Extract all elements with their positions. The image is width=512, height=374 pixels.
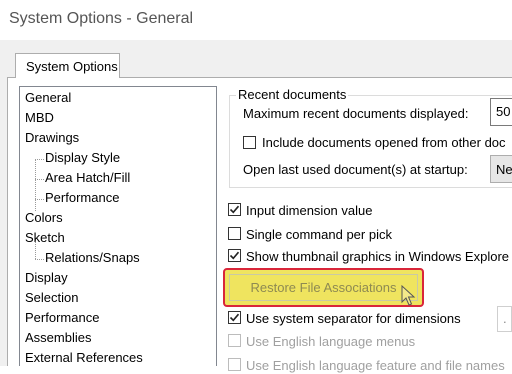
tree-item-drawings[interactable]: Drawings <box>25 128 79 148</box>
recent-documents-legend: Recent documents <box>236 87 349 103</box>
window-title: System Options - General <box>9 10 194 27</box>
options-tree[interactable]: General MBD Drawings Display Style Area … <box>19 86 217 366</box>
separator-input[interactable]: . <box>497 306 512 332</box>
tree-connector <box>35 199 44 200</box>
single-command-label: Single command per pick <box>246 227 392 242</box>
max-recent-input[interactable]: 50 <box>490 98 512 126</box>
tree-item-colors[interactable]: Colors <box>25 208 63 228</box>
max-recent-value: 50 <box>496 104 511 119</box>
checkmark-icon <box>229 313 240 322</box>
tree-item-sketch[interactable]: Sketch <box>25 228 65 248</box>
tree-item-drawings-performance[interactable]: Performance <box>45 188 119 208</box>
open-last-dropdown[interactable]: Ne <box>490 155 512 183</box>
tree-connector <box>35 259 44 260</box>
english-menus-label: Use English language menus <box>246 334 416 349</box>
tree-connector <box>35 179 44 180</box>
english-feature-names-checkbox[interactable] <box>228 358 241 371</box>
max-recent-label: Maximum recent documents displayed: <box>243 106 469 121</box>
include-other-docs-label: Include documents opened from other doc <box>262 135 506 150</box>
open-last-value: Ne <box>496 162 512 177</box>
single-command-checkbox[interactable] <box>228 227 241 240</box>
show-thumbnail-checkbox[interactable] <box>228 249 241 262</box>
tree-item-selection[interactable]: Selection <box>25 288 78 308</box>
tab-system-options[interactable]: System Options <box>15 53 120 78</box>
tab-label: System Options <box>26 59 118 74</box>
tree-item-display[interactable]: Display <box>25 268 68 288</box>
tree-item-mbd[interactable]: MBD <box>25 108 54 128</box>
english-menus-checkbox[interactable] <box>228 334 241 347</box>
tree-connector <box>35 159 36 211</box>
checkmark-icon <box>229 205 240 214</box>
checkmark-icon <box>229 251 240 260</box>
restore-file-associations-label: Restore File Associations <box>250 280 397 295</box>
title-bar: System Options - General <box>0 0 512 40</box>
tree-item-general[interactable]: General <box>25 88 71 108</box>
restore-file-associations-button[interactable]: Restore File Associations <box>223 268 424 307</box>
input-dimension-checkbox[interactable] <box>228 203 241 216</box>
show-thumbnail-label: Show thumbnail graphics in Windows Explo… <box>246 249 510 264</box>
english-feature-names-label: Use English language feature and file na… <box>246 358 505 373</box>
input-dimension-label: Input dimension value <box>246 203 373 218</box>
system-separator-checkbox[interactable] <box>228 311 241 324</box>
system-separator-label: Use system separator for dimensions <box>246 311 461 326</box>
tree-item-relations-snaps[interactable]: Relations/Snaps <box>45 248 140 268</box>
tree-connector <box>35 159 44 160</box>
tree-item-assemblies[interactable]: Assemblies <box>25 328 91 348</box>
open-last-label: Open last used document(s) at startup: <box>243 162 468 177</box>
tree-item-external-references[interactable]: External References <box>25 348 143 368</box>
separator-value: . <box>503 311 507 326</box>
mouse-cursor-icon <box>401 285 416 306</box>
tree-item-performance[interactable]: Performance <box>25 308 99 328</box>
tree-item-area-hatch-fill[interactable]: Area Hatch/Fill <box>45 168 130 188</box>
tree-item-display-style[interactable]: Display Style <box>45 148 120 168</box>
include-other-docs-checkbox[interactable] <box>243 136 256 149</box>
